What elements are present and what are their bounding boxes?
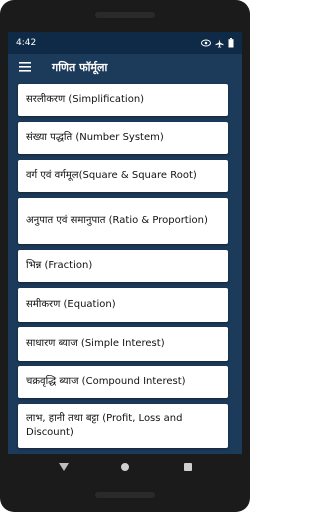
list-item-number-system[interactable]: संख्या पद्धति (Number System) xyxy=(18,122,228,154)
bottom-speaker xyxy=(95,492,155,498)
page-title: गणित फॉर्मूला xyxy=(52,61,108,74)
list-item-label: अनुपात एवं समानुपात (Ratio & Proportion) xyxy=(26,215,208,226)
list-item-label: चक्रवृद्धि ब्याज (Compound Interest) xyxy=(26,376,186,387)
device-frame: 4:42 गणित फॉर्मूला सरलीकरण (Simplificati… xyxy=(0,0,250,512)
status-bar: 4:42 xyxy=(8,32,242,54)
system-nav-bar xyxy=(8,454,242,480)
list-item-label: सरलीकरण (Simplification) xyxy=(26,94,145,105)
list-item-ratio-proportion[interactable]: अनुपात एवं समानुपात (Ratio & Proportion) xyxy=(18,198,228,244)
status-icons xyxy=(201,32,234,54)
status-time: 4:42 xyxy=(16,38,37,48)
list-item-compound-interest[interactable]: चक्रवृद्धि ब्याज (Compound Interest) xyxy=(18,366,228,398)
list-item-label: भिन्न (Fraction) xyxy=(26,260,93,271)
back-icon[interactable] xyxy=(59,463,69,471)
list-item-label: समीकरण (Equation) xyxy=(26,299,116,310)
airplane-icon xyxy=(215,38,224,48)
list-item-simple-interest[interactable]: साधारण ब्याज (Simple Interest) xyxy=(18,327,228,361)
recents-icon[interactable] xyxy=(184,463,192,471)
list-item-square-root[interactable]: वर्ग एवं वर्गमूल(Square & Square Root) xyxy=(18,160,228,192)
list-item-label: लाभ, हानी तथा बट्टा (Profit, Loss and Di… xyxy=(26,413,183,438)
list-item-profit-loss-discount[interactable]: लाभ, हानी तथा बट्टा (Profit, Loss and Di… xyxy=(18,404,228,448)
hamburger-menu-icon[interactable] xyxy=(18,60,34,74)
list-item-fraction[interactable]: भिन्न (Fraction) xyxy=(18,250,228,282)
app-bar: गणित फॉर्मूला xyxy=(8,54,242,81)
home-icon[interactable] xyxy=(121,463,129,471)
list-item-label: साधारण ब्याज (Simple Interest) xyxy=(26,338,165,349)
list-item-label: वर्ग एवं वर्गमूल(Square & Square Root) xyxy=(26,170,197,181)
eye-icon xyxy=(201,39,211,47)
list-item-equation[interactable]: समीकरण (Equation) xyxy=(18,288,228,322)
list-item-label: संख्या पद्धति (Number System) xyxy=(26,132,164,143)
earpiece-speaker xyxy=(95,12,155,18)
battery-icon xyxy=(228,38,234,48)
list-item-simplification[interactable]: सरलीकरण (Simplification) xyxy=(18,84,228,116)
